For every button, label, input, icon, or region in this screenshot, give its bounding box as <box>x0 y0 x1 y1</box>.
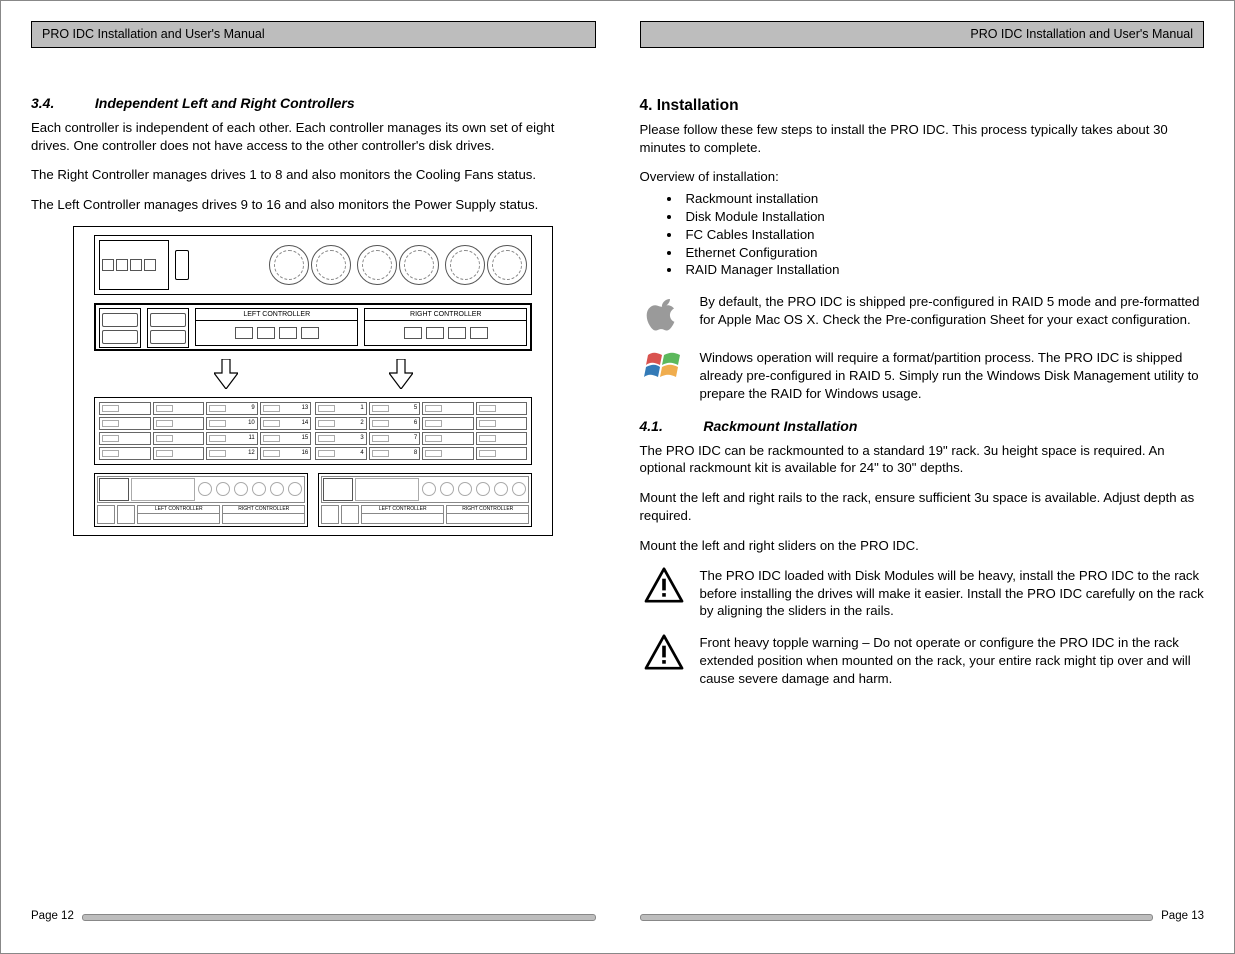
windows-note-text: Windows operation will require a format/… <box>700 349 1205 402</box>
drive-bay: 9 <box>206 402 258 415</box>
drive-bay: 2 <box>315 417 367 430</box>
fan-pair-icon <box>269 245 351 285</box>
list-item: Disk Module Installation <box>682 208 1205 226</box>
footer-left: Page 12 <box>31 909 596 925</box>
diagram-controller-row: LEFT CONTROLLER RIGHT CONTROLLER <box>94 303 532 351</box>
drive-bay: 16 <box>260 447 312 460</box>
diagram-drive-chassis: 9 13 10 14 11 15 12 16 1 5 <box>94 397 532 465</box>
windows-icon <box>640 349 688 385</box>
page-header-left: PRO IDC Installation and User's Manual <box>31 21 596 48</box>
warning-row-1: The PRO IDC loaded with Disk Modules wil… <box>640 567 1205 620</box>
page-left: PRO IDC Installation and User's Manual 3… <box>21 21 606 933</box>
content-right: 4. Installation Please follow these few … <box>640 88 1205 933</box>
right-controller-box: RIGHT CONTROLLER <box>364 308 527 346</box>
power-plug-icon <box>147 308 189 348</box>
section-34-heading: 3.4. Independent Left and Right Controll… <box>31 94 596 113</box>
drive-bay: 5 <box>369 402 421 415</box>
para-left-controller: The Left Controller manages drives 9 to … <box>31 196 596 214</box>
page-number-right: Page 13 <box>1161 909 1204 925</box>
left-controller-box: LEFT CONTROLLER <box>195 308 358 346</box>
drive-bay: 4 <box>315 447 367 460</box>
warning-text-1: The PRO IDC loaded with Disk Modules wil… <box>700 567 1205 620</box>
para-rackmount-b: Mount the left and right rails to the ra… <box>640 489 1205 525</box>
list-item: Rackmount installation <box>682 190 1205 208</box>
right-controller-label: RIGHT CONTROLLER <box>365 309 526 321</box>
footer-bar-icon <box>640 914 1154 921</box>
windows-note-row: Windows operation will require a format/… <box>640 349 1205 402</box>
drive-bay: 6 <box>369 417 421 430</box>
apple-note-row: By default, the PRO IDC is shipped pre-c… <box>640 293 1205 335</box>
left-controller-label: LEFT CONTROLLER <box>196 309 357 321</box>
drive-bay: 13 <box>260 402 312 415</box>
page-right: PRO IDC Installation and User's Manual 4… <box>630 21 1215 933</box>
drive-bay: 3 <box>315 432 367 445</box>
para-install-intro: Please follow these few steps to install… <box>640 121 1205 157</box>
section-number: 3.4. <box>31 94 91 113</box>
content-left: 3.4. Independent Left and Right Controll… <box>31 88 596 933</box>
drive-bay: 1 <box>315 402 367 415</box>
section-4-heading: 4. Installation <box>640 96 1205 117</box>
apple-icon <box>640 293 688 335</box>
footer-right: Page 13 <box>640 909 1205 925</box>
psu-block <box>99 240 169 290</box>
para-rackmount-a: The PRO IDC can be rackmounted to a stan… <box>640 442 1205 478</box>
drive-bay: 14 <box>260 417 312 430</box>
drive-bay: 15 <box>260 432 312 445</box>
arrow-down-icon <box>214 359 238 389</box>
warning-icon <box>640 567 688 603</box>
section-title: Independent Left and Right Controllers <box>95 95 355 111</box>
list-item: RAID Manager Installation <box>682 261 1205 279</box>
page-header-right: PRO IDC Installation and User's Manual <box>640 21 1205 48</box>
mini-right-ctrl-label: RIGHT CONTROLLER <box>223 506 304 514</box>
arrow-down-icon <box>389 359 413 389</box>
section-number: 4.1. <box>640 417 700 436</box>
mini-left-ctrl-label: LEFT CONTROLLER <box>362 506 443 514</box>
overview-list: Rackmount installation Disk Module Insta… <box>682 190 1205 279</box>
para-right-controller: The Right Controller manages drives 1 to… <box>31 166 596 184</box>
drive-bay: 11 <box>206 432 258 445</box>
drive-bay: 7 <box>369 432 421 445</box>
mini-chassis-right: LEFT CONTROLLER RIGHT CONTROLLER <box>318 473 532 527</box>
right-bay-group: 1 5 2 6 3 7 4 8 <box>315 402 527 460</box>
drive-bay: 12 <box>206 447 258 460</box>
list-item: FC Cables Installation <box>682 226 1205 244</box>
drive-bay: 8 <box>369 447 421 460</box>
mini-left-ctrl-label: LEFT CONTROLLER <box>138 506 219 514</box>
para-controllers-intro: Each controller is independent of each o… <box>31 119 596 155</box>
section-title: Rackmount Installation <box>703 418 857 434</box>
footer-bar-icon <box>82 914 596 921</box>
page-number-left: Page 12 <box>31 909 74 925</box>
diagram-mini-row: LEFT CONTROLLER RIGHT CONTROLLER LEFT CO… <box>94 473 532 527</box>
left-bay-group: 9 13 10 14 11 15 12 16 <box>99 402 311 460</box>
apple-note-text: By default, the PRO IDC is shipped pre-c… <box>700 293 1205 329</box>
section-41-heading: 4.1. Rackmount Installation <box>640 417 1205 436</box>
handle-icon <box>175 250 189 280</box>
mini-right-ctrl-label: RIGHT CONTROLLER <box>447 506 528 514</box>
diagram-rear-chassis <box>94 235 532 295</box>
drive-bay: 10 <box>206 417 258 430</box>
list-item: Ethernet Configuration <box>682 244 1205 262</box>
diagram-arrows <box>138 359 488 389</box>
fan-pair-icon <box>357 245 439 285</box>
warning-icon <box>640 634 688 670</box>
warning-text-2: Front heavy topple warning – Do not oper… <box>700 634 1205 687</box>
page-spread: PRO IDC Installation and User's Manual 3… <box>21 21 1214 933</box>
warning-row-2: Front heavy topple warning – Do not oper… <box>640 634 1205 687</box>
mini-chassis-left: LEFT CONTROLLER RIGHT CONTROLLER <box>94 473 308 527</box>
power-plug-icon <box>99 308 141 348</box>
para-rackmount-c: Mount the left and right sliders on the … <box>640 537 1205 555</box>
fan-pair-icon <box>445 245 527 285</box>
controllers-diagram: LEFT CONTROLLER RIGHT CONTROLLER <box>73 226 553 536</box>
overview-label: Overview of installation: <box>640 168 1205 186</box>
